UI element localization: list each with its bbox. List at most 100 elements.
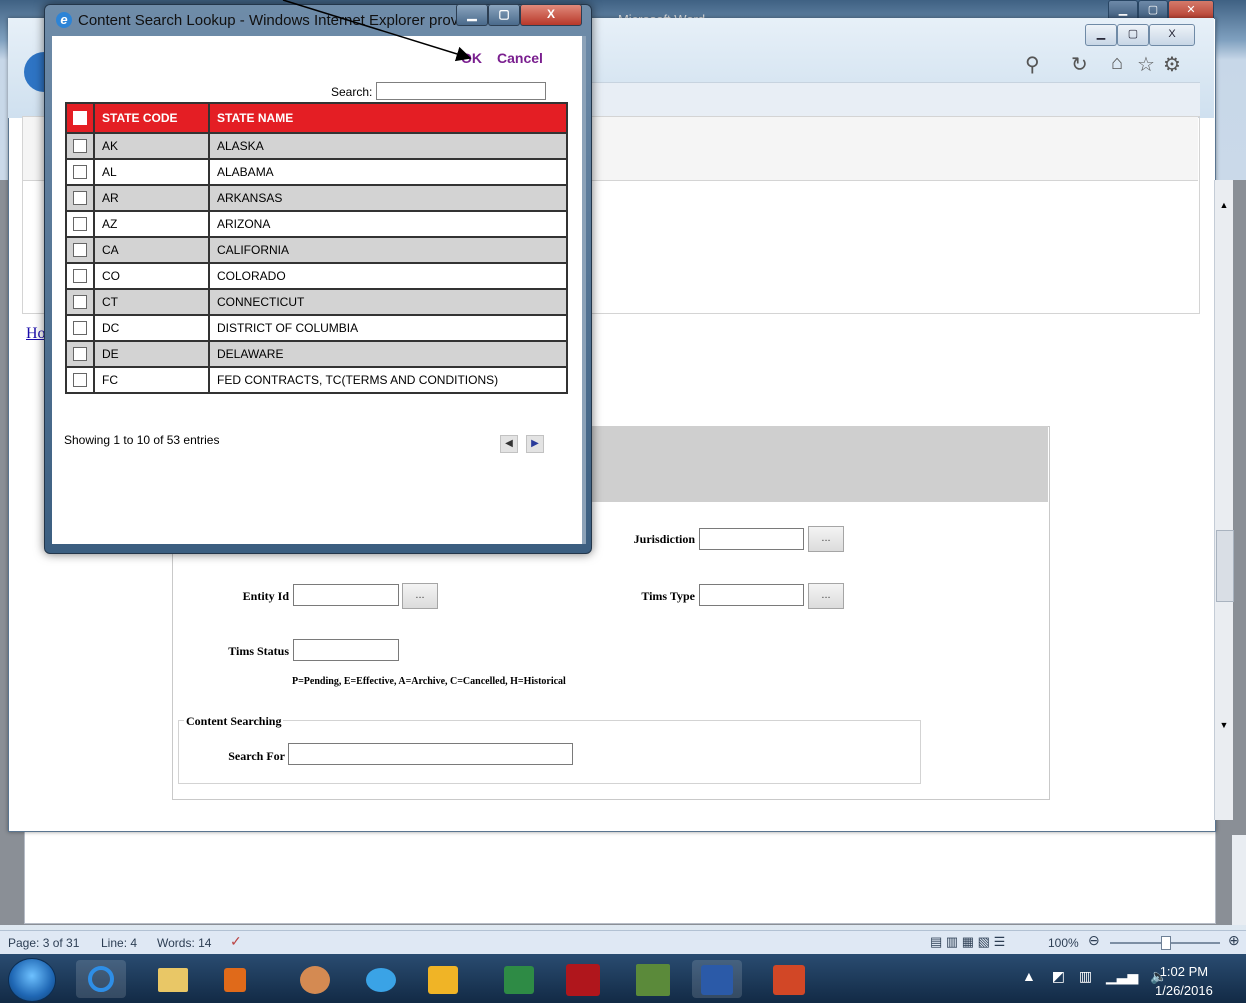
scroll-up-icon[interactable]: ▲ bbox=[1217, 200, 1231, 212]
state-name-cell: ALABAMA bbox=[208, 158, 568, 186]
tims-type-lookup-button[interactable]: ... bbox=[808, 583, 844, 609]
row-checkbox-cell bbox=[65, 340, 95, 368]
favorites-icon[interactable]: ☆ bbox=[1137, 52, 1155, 77]
proofing-icon[interactable]: ✓ bbox=[230, 933, 242, 950]
state-name-cell: DELAWARE bbox=[208, 340, 568, 368]
status-words[interactable]: Words: 14 bbox=[157, 936, 211, 950]
dialog-scrollbar bbox=[582, 36, 586, 544]
cancel-link[interactable]: Cancel bbox=[497, 50, 543, 66]
state-code-cell: AK bbox=[93, 132, 210, 160]
ie-scroll-thumb[interactable] bbox=[1216, 530, 1234, 602]
row-checkbox[interactable] bbox=[73, 191, 87, 206]
table-row[interactable]: DE DELAWARE bbox=[65, 340, 568, 368]
row-checkbox[interactable] bbox=[73, 373, 87, 388]
lync-icon[interactable] bbox=[356, 960, 406, 998]
zoom-slider-thumb[interactable] bbox=[1161, 936, 1171, 950]
home-link[interactable]: Ho bbox=[26, 325, 46, 343]
paint-app-icon[interactable] bbox=[290, 960, 340, 998]
column-header-state-code[interactable]: STATE CODE bbox=[93, 102, 210, 134]
powerpoint-icon[interactable] bbox=[764, 960, 814, 998]
word-scrollbar[interactable] bbox=[1232, 835, 1246, 925]
show-hidden-icons-icon[interactable]: ▲ bbox=[1022, 968, 1036, 984]
ie-maximize-button[interactable]: ▢ bbox=[1117, 24, 1149, 46]
state-name-cell: ARKANSAS bbox=[208, 184, 568, 212]
dialog-close-button[interactable]: X bbox=[520, 4, 582, 26]
table-row[interactable]: AR ARKANSAS bbox=[65, 184, 568, 212]
ie-command-bar bbox=[580, 82, 1200, 118]
select-all-checkbox[interactable] bbox=[73, 111, 87, 126]
column-header-state-name[interactable]: STATE NAME bbox=[208, 102, 568, 134]
refresh-icon[interactable]: ↻ bbox=[1071, 52, 1088, 77]
dialog-search-input[interactable] bbox=[376, 82, 546, 100]
search-for-input[interactable] bbox=[288, 743, 573, 765]
row-checkbox[interactable] bbox=[73, 217, 87, 232]
status-line[interactable]: Line: 4 bbox=[101, 936, 137, 950]
table-row[interactable]: AK ALASKA bbox=[65, 132, 568, 160]
power-icon[interactable]: ▥ bbox=[1079, 968, 1092, 984]
gear-icon[interactable]: ⚙ bbox=[1163, 52, 1181, 77]
clock-time: 1:02 PM bbox=[1159, 964, 1209, 979]
zoom-level[interactable]: 100% bbox=[1048, 936, 1079, 950]
file-explorer-icon[interactable] bbox=[148, 960, 198, 998]
zoom-out-icon[interactable]: ⊖ bbox=[1088, 932, 1100, 949]
dialog-maximize-button[interactable]: ▢ bbox=[488, 4, 520, 26]
pagination-info: Showing 1 to 10 of 53 entries bbox=[64, 433, 220, 447]
row-checkbox[interactable] bbox=[73, 269, 87, 284]
signal-icon[interactable]: ▁▃▅ bbox=[1106, 968, 1138, 984]
table-row[interactable]: CO COLORADO bbox=[65, 262, 568, 290]
image-app-icon[interactable] bbox=[628, 960, 678, 998]
ok-link[interactable]: OK bbox=[461, 50, 482, 66]
word-icon[interactable] bbox=[692, 960, 742, 998]
outlook-icon[interactable] bbox=[418, 960, 468, 998]
table-row[interactable]: DC DISTRICT OF COLUMBIA bbox=[65, 314, 568, 342]
search-icon[interactable]: ⚲ bbox=[1025, 52, 1040, 77]
row-checkbox[interactable] bbox=[73, 347, 87, 362]
row-checkbox-cell bbox=[65, 366, 95, 394]
row-checkbox[interactable] bbox=[73, 139, 87, 154]
tray-clock[interactable]: 1:02 PM 1/26/2016 bbox=[1155, 962, 1213, 1000]
home-icon[interactable]: ⌂ bbox=[1111, 52, 1123, 75]
table-row[interactable]: CA CALIFORNIA bbox=[65, 236, 568, 264]
state-code-cell: CO bbox=[93, 262, 210, 290]
jurisdiction-input[interactable] bbox=[699, 528, 804, 550]
state-code-cell: CT bbox=[93, 288, 210, 316]
view-layout-icons[interactable]: ▤ ▥ ▦ ▧ ☰ bbox=[930, 934, 1005, 950]
internet-explorer-icon[interactable] bbox=[76, 960, 126, 998]
row-checkbox[interactable] bbox=[73, 243, 87, 258]
tims-status-label: Tims Status bbox=[228, 644, 289, 658]
network-icon[interactable]: ◩ bbox=[1052, 968, 1065, 984]
start-orb-icon[interactable] bbox=[8, 958, 56, 1002]
jurisdiction-lookup-button[interactable]: ... bbox=[808, 526, 844, 552]
scroll-down-icon[interactable]: ▼ bbox=[1217, 720, 1231, 732]
dialog-minimize-button[interactable]: ▁ bbox=[456, 4, 488, 26]
state-name-cell: CONNECTICUT bbox=[208, 288, 568, 316]
ie-minimize-button[interactable]: ▁ bbox=[1085, 24, 1117, 46]
entity-id-lookup-button[interactable]: ... bbox=[402, 583, 438, 609]
row-checkbox-cell bbox=[65, 158, 95, 186]
state-name-cell: COLORADO bbox=[208, 262, 568, 290]
entity-id-input[interactable] bbox=[293, 584, 399, 606]
row-checkbox[interactable] bbox=[73, 321, 87, 336]
table-row[interactable]: CT CONNECTICUT bbox=[65, 288, 568, 316]
state-code-cell: DE bbox=[93, 340, 210, 368]
table-row[interactable]: AL ALABAMA bbox=[65, 158, 568, 186]
tims-status-input[interactable] bbox=[293, 639, 399, 661]
tims-type-input[interactable] bbox=[699, 584, 804, 606]
ie-scrollbar[interactable]: ▲ ▼ bbox=[1214, 180, 1234, 820]
media-player-icon[interactable] bbox=[210, 960, 260, 998]
row-checkbox-cell bbox=[65, 184, 95, 212]
excel-icon[interactable] bbox=[494, 960, 544, 998]
dialog-title: Content Search Lookup - Windows Internet… bbox=[58, 10, 474, 32]
select-all-cell bbox=[65, 102, 95, 134]
zoom-in-icon[interactable]: ⊕ bbox=[1228, 932, 1240, 949]
row-checkbox[interactable] bbox=[73, 165, 87, 180]
status-page[interactable]: Page: 3 of 31 bbox=[8, 936, 79, 950]
universal-id-icon[interactable] bbox=[558, 960, 608, 998]
previous-page-icon[interactable]: ◀ bbox=[500, 435, 518, 453]
row-checkbox[interactable] bbox=[73, 295, 87, 310]
table-row[interactable]: FC FED CONTRACTS, TC(TERMS AND CONDITION… bbox=[65, 366, 568, 394]
table-row[interactable]: AZ ARIZONA bbox=[65, 210, 568, 238]
ie-window-controls: ▁ ▢ X bbox=[1085, 24, 1203, 46]
ie-close-button[interactable]: X bbox=[1149, 24, 1195, 46]
next-page-icon[interactable]: ▶ bbox=[526, 435, 544, 453]
